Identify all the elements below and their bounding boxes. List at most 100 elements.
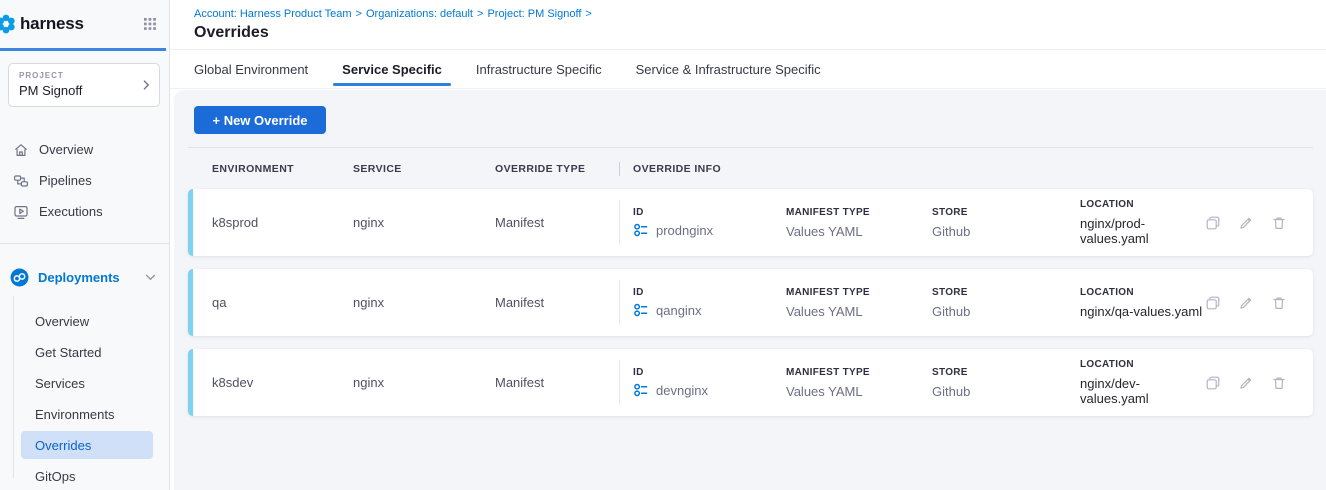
breadcrumb: Account: Harness Product Team > Organizati… — [194, 8, 1326, 20]
id-label: ID — [633, 367, 773, 378]
tab-label: Infrastructure Specific — [476, 62, 602, 77]
sidebar-item-executions[interactable]: Executions — [0, 196, 169, 227]
delete-icon[interactable] — [1271, 375, 1287, 391]
subnav-item-label: Environments — [35, 407, 114, 422]
subnav-item-overrides[interactable]: Overrides — [21, 431, 153, 459]
project-selector[interactable]: PROJECT PM Signoff — [8, 63, 160, 107]
manifest-type-label: MANIFEST TYPE — [786, 207, 919, 218]
override-type-cell: Manifest — [495, 215, 619, 230]
copy-icon[interactable] — [1205, 295, 1221, 311]
location-block: LOCATION nginx/qa-values.yaml — [1080, 287, 1205, 319]
subnav-item-overview[interactable]: Overview — [21, 306, 153, 337]
override-type-cell: Manifest — [495, 295, 619, 310]
row-actions — [1205, 375, 1313, 391]
store-block: STORE Github — [932, 287, 1067, 319]
store-value: Github — [932, 384, 1067, 399]
main-area: Account: Harness Product Team > Organizati… — [170, 0, 1326, 490]
column-header-override-type: OVERRIDE TYPE — [495, 163, 619, 175]
row-divider — [619, 200, 620, 245]
manifest-type-value: Values YAML — [786, 224, 919, 239]
subnav-item-label: Get Started — [35, 345, 101, 360]
table-row[interactable]: k8sdev nginx Manifest ID devnginx — [188, 349, 1313, 416]
environment-cell: qa — [212, 295, 353, 310]
tab-global-environment[interactable]: Global Environment — [194, 50, 308, 88]
sidebar-divider — [0, 243, 169, 244]
edit-icon[interactable] — [1238, 295, 1254, 311]
delete-icon[interactable] — [1271, 215, 1287, 231]
store-label: STORE — [932, 367, 1067, 378]
project-name: PM Signoff — [19, 83, 149, 98]
sidebar-item-label: Pipelines — [39, 173, 92, 188]
column-header-service: SERVICE — [353, 163, 495, 175]
breadcrumb-org-link[interactable]: Organizations: default — [366, 8, 473, 20]
location-block: LOCATION nginx/dev-values.yaml — [1080, 359, 1205, 406]
subnav-item-label: Services — [35, 376, 85, 391]
column-header-environment: ENVIRONMENT — [212, 163, 353, 175]
tab-infrastructure-specific[interactable]: Infrastructure Specific — [476, 50, 602, 88]
sidebar: harness PROJECT PM Signoff Ov — [0, 0, 170, 490]
subnav-item-gitops[interactable]: GitOps — [21, 461, 153, 490]
location-label: LOCATION — [1080, 287, 1205, 298]
service-cell: nginx — [353, 375, 495, 390]
copy-icon[interactable] — [1205, 215, 1221, 231]
tab-label: Global Environment — [194, 62, 308, 77]
sidebar-item-label: Deployments — [38, 270, 120, 285]
override-id-block: ID qanginx — [633, 287, 773, 318]
delete-icon[interactable] — [1271, 295, 1287, 311]
store-label: STORE — [932, 287, 1067, 298]
sidebar-header: harness — [0, 0, 169, 48]
edit-icon[interactable] — [1238, 375, 1254, 391]
tab-service-and-infrastructure-specific[interactable]: Service & Infrastructure Specific — [636, 50, 821, 88]
id-icon — [633, 222, 649, 238]
subnav-item-services[interactable]: Services — [21, 368, 153, 399]
manifest-type-label: MANIFEST TYPE — [786, 287, 919, 298]
tab-label: Service & Infrastructure Specific — [636, 62, 821, 77]
copy-icon[interactable] — [1205, 375, 1221, 391]
harness-logo-icon — [0, 11, 19, 37]
subnav-item-label: Overrides — [35, 438, 91, 453]
breadcrumb-account-link[interactable]: Account: Harness Product Team — [194, 8, 352, 20]
harness-app: harness PROJECT PM Signoff Ov — [0, 0, 1326, 490]
location-value: nginx/dev-values.yaml — [1080, 376, 1205, 406]
store-label: STORE — [932, 207, 1067, 218]
deployments-icon — [10, 268, 29, 287]
tab-service-specific[interactable]: Service Specific — [342, 50, 442, 88]
apps-grid-icon[interactable] — [143, 17, 157, 31]
tab-label: Service Specific — [342, 62, 442, 77]
row-actions — [1205, 215, 1313, 231]
sidebar-item-label: Executions — [39, 204, 103, 219]
manifest-type-block: MANIFEST TYPE Values YAML — [786, 287, 919, 319]
table-row[interactable]: qa nginx Manifest ID qanginx — [188, 269, 1313, 336]
row-divider — [619, 360, 620, 405]
id-icon — [633, 382, 649, 398]
breadcrumb-separator: > — [356, 8, 362, 20]
new-override-button[interactable]: + New Override — [194, 106, 326, 134]
manifest-type-value: Values YAML — [786, 304, 919, 319]
manifest-type-block: MANIFEST TYPE Values YAML — [786, 207, 919, 239]
executions-icon — [13, 204, 29, 220]
subnav-item-environments[interactable]: Environments — [21, 399, 153, 430]
tab-bar: Global Environment Service Specific Infr… — [170, 50, 1326, 89]
breadcrumb-separator: > — [477, 8, 483, 20]
override-id-block: ID devnginx — [633, 367, 773, 398]
subnav-item-label: GitOps — [35, 469, 75, 484]
store-block: STORE Github — [932, 207, 1067, 239]
sidebar-item-overview[interactable]: Overview — [0, 134, 169, 165]
project-label: PROJECT — [19, 71, 149, 80]
override-type-cell: Manifest — [495, 375, 619, 390]
store-block: STORE Github — [932, 367, 1067, 399]
edit-icon[interactable] — [1238, 215, 1254, 231]
store-value: Github — [932, 304, 1067, 319]
table-row[interactable]: k8sprod nginx Manifest ID prodnginx — [188, 189, 1313, 256]
manifest-type-label: MANIFEST TYPE — [786, 367, 919, 378]
sidebar-item-pipelines[interactable]: Pipelines — [0, 165, 169, 196]
location-value: nginx/prod-values.yaml — [1080, 216, 1205, 246]
row-actions — [1205, 295, 1313, 311]
location-label: LOCATION — [1080, 359, 1205, 370]
subnav-item-get-started[interactable]: Get Started — [21, 337, 153, 368]
breadcrumb-project-link[interactable]: Project: PM Signoff — [487, 8, 581, 20]
chevron-right-icon — [143, 80, 150, 91]
id-label: ID — [633, 287, 773, 298]
location-block: LOCATION nginx/prod-values.yaml — [1080, 199, 1205, 246]
sidebar-item-deployments[interactable]: Deployments — [0, 262, 169, 293]
